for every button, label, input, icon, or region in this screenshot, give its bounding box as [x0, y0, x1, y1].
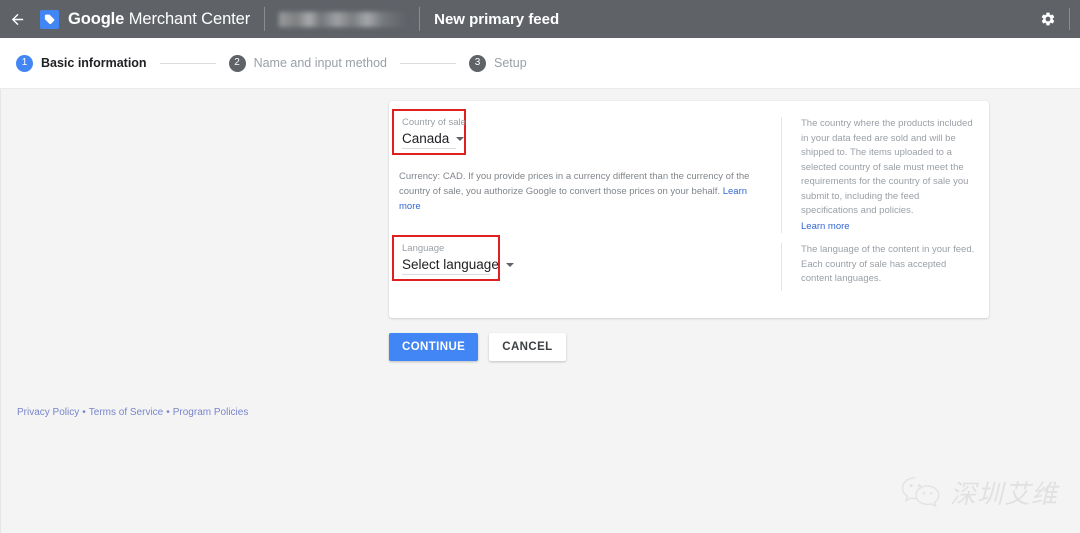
country-of-sale-label: Country of sale — [402, 117, 466, 128]
program-policies-link[interactable]: Program Policies — [173, 407, 249, 418]
help-divider-country — [781, 117, 782, 233]
watermark: 深圳艾维 — [900, 474, 1058, 511]
appbar-divider-right — [419, 7, 421, 31]
step-number-2: 2 — [228, 54, 246, 72]
chevron-down-icon — [505, 262, 514, 267]
footer-separator-1: • — [82, 407, 86, 418]
account-name-redacted[interactable] — [279, 11, 406, 27]
language-value: Select language — [402, 257, 499, 272]
step-setup[interactable]: 3 Setup — [469, 54, 527, 72]
country-of-sale-field-wrapper: Country of sale Canada — [392, 109, 466, 155]
chevron-down-icon — [456, 136, 465, 141]
country-highlight-box: Country of sale Canada — [392, 109, 466, 155]
step-label-name-and-input-method: Name and input method — [253, 56, 387, 70]
step-name-and-input-method[interactable]: 2 Name and input method — [228, 54, 387, 72]
continue-button[interactable]: CONTINUE — [389, 333, 479, 361]
google-merchant-center-logo-icon — [40, 9, 59, 29]
basic-information-card: Country of sale Canada Currency: CAD. If… — [389, 101, 989, 318]
back-arrow-icon[interactable] — [0, 0, 34, 38]
help-column: The country where the products included … — [781, 101, 989, 318]
country-help-block: The country where the products included … — [801, 117, 976, 234]
brand-google: Google — [68, 9, 125, 28]
app-bar-actions — [1033, 0, 1080, 38]
terms-of-service-link[interactable]: Terms of Service — [89, 407, 163, 418]
country-help-learn-more-link[interactable]: Learn more — [801, 220, 976, 235]
step-number-3: 3 — [469, 54, 486, 72]
form-actions: CONTINUE CANCEL — [389, 333, 566, 361]
currency-helper-text: Currency: CAD. If you provide prices in … — [399, 169, 771, 214]
step-connector-2 — [400, 62, 456, 64]
appbar-divider-far-right — [1069, 8, 1070, 30]
brand-merchant-center: Merchant Center — [124, 9, 251, 28]
country-of-sale-value: Canada — [402, 131, 450, 146]
appbar-divider-left — [264, 7, 266, 31]
content-area: Country of sale Canada Currency: CAD. If… — [0, 89, 1080, 533]
app-bar: Google Merchant Center New primary feed — [0, 0, 1080, 38]
brand-title: Google Merchant Center — [68, 10, 250, 29]
language-help-block: The language of the content in your feed… — [801, 243, 976, 287]
step-basic-information[interactable]: 1 Basic information — [16, 54, 147, 72]
country-help-text: The country where the products included … — [801, 118, 973, 216]
watermark-text: 深圳艾维 — [949, 480, 1058, 510]
language-help-text: The language of the content in your feed… — [801, 244, 975, 284]
step-label-setup: Setup — [494, 56, 527, 70]
currency-helper-sentence: Currency: CAD. If you provide prices in … — [399, 171, 750, 197]
help-divider-language — [781, 243, 782, 291]
step-connector-1 — [159, 62, 216, 64]
footer-links: Privacy Policy • Terms of Service • Program … — [17, 407, 248, 418]
stepper: 1 Basic information 2 Name and input met… — [0, 38, 1080, 89]
page-title: New primary feed — [434, 10, 560, 28]
language-highlight-box: Language Select language — [392, 235, 514, 281]
language-field-wrapper: Language Select language — [392, 235, 514, 281]
cancel-button[interactable]: CANCEL — [489, 333, 566, 361]
wechat-icon — [901, 476, 940, 507]
gear-icon[interactable] — [1033, 0, 1063, 38]
form-column: Country of sale Canada Currency: CAD. If… — [389, 101, 781, 318]
language-label: Language — [402, 243, 445, 254]
footer-separator-2: • — [166, 407, 170, 418]
language-select[interactable]: Select language — [402, 257, 514, 275]
privacy-policy-link[interactable]: Privacy Policy — [17, 407, 79, 418]
step-label-basic-information: Basic information — [41, 56, 147, 70]
step-number-1: 1 — [16, 54, 33, 72]
country-of-sale-select[interactable]: Canada — [402, 131, 465, 149]
